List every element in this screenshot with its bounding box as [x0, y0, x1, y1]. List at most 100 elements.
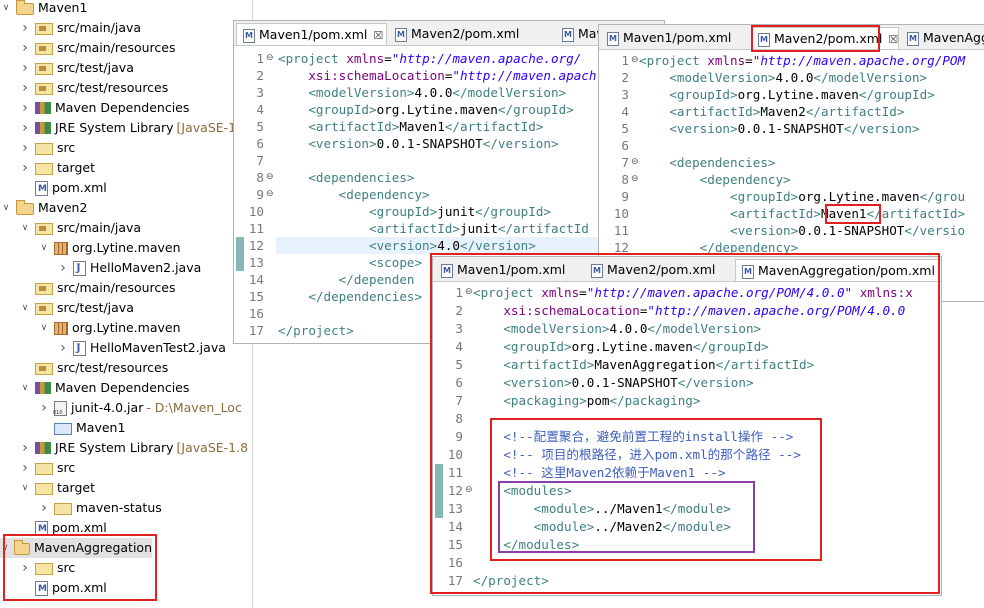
chevron-down-icon[interactable]: ∨ [38, 318, 50, 338]
code-line[interactable]: <scope> [278, 254, 422, 271]
editor-tab[interactable]: MavenAggr [901, 27, 984, 50]
chevron-right-icon[interactable]: › [57, 338, 69, 358]
chevron-down-icon[interactable]: ∨ [19, 378, 31, 398]
code-line[interactable]: <module>../Maven1</module> [473, 500, 731, 517]
tree-item[interactable]: › JRE System Library [JavaSE-1.8 [0, 118, 248, 138]
chevron-down-icon[interactable]: ∨ [0, 538, 10, 558]
editor-tab[interactable]: Maven2/pom.xml [389, 23, 554, 46]
code-line[interactable]: <dependency> [278, 186, 430, 203]
code-line[interactable]: <groupId>org.Lytine.maven</groupId> [278, 101, 573, 118]
code-line[interactable]: <artifactId>Maven2</artifactId> [639, 103, 904, 120]
tree-item[interactable]: pom.xml [0, 518, 107, 539]
fold-toggle-icon[interactable]: ⊖ [266, 169, 274, 186]
chevron-right-icon[interactable]: › [19, 38, 31, 58]
close-icon[interactable]: ☒ [373, 25, 383, 47]
code-line[interactable]: <module>../Maven2</module> [473, 518, 731, 535]
editor-tab[interactable]: Maven2/pom.xml ☒ [751, 27, 899, 51]
code-line[interactable]: <project xmlns="http://maven.apache.org/… [639, 52, 965, 69]
tree-item[interactable]: ∨ Maven1 [0, 0, 87, 18]
editor-tab[interactable]: Maven1/pom.xml [601, 27, 749, 50]
fold-toggle-icon[interactable]: ⊖ [266, 186, 274, 203]
chevron-right-icon[interactable]: › [19, 438, 31, 458]
code-line[interactable]: <modelVersion>4.0.0</modelVersion> [278, 84, 566, 101]
chevron-right-icon[interactable]: › [19, 158, 31, 178]
code-line[interactable]: </dependency> [639, 239, 799, 256]
editor-tab[interactable]: Maven1/pom.xml [435, 259, 583, 282]
chevron-right-icon[interactable]: › [19, 118, 31, 138]
chevron-right-icon[interactable]: › [19, 18, 31, 38]
code-line[interactable]: </dependen [278, 271, 415, 288]
code-line[interactable]: <groupId>org.Lytine.maven</groupId> [473, 338, 768, 355]
code-line[interactable]: </project> [473, 572, 549, 589]
tree-item[interactable]: ∨ Maven Dependencies [0, 378, 190, 398]
tree-item[interactable]: ∨ org.Lytine.maven [0, 238, 181, 258]
code-line[interactable]: <version>0.0.1-SNAPSHOT</version> [639, 120, 919, 137]
editor-mavenaggregation-pom[interactable]: Maven1/pom.xml Maven2/pom.xml MavenAggrega… [432, 256, 942, 596]
chevron-right-icon[interactable]: › [19, 58, 31, 78]
code-line[interactable]: <artifactId>junit</artifactId [278, 220, 589, 237]
chevron-right-icon[interactable]: › [19, 78, 31, 98]
code-line[interactable]: <version>0.0.1-SNAPSHOT</version> [278, 135, 558, 152]
tree-item[interactable]: ∨ src/main/java [0, 218, 141, 238]
tree-item[interactable]: ∨ MavenAggregation [0, 538, 152, 558]
close-icon[interactable]: ☒ [941, 261, 942, 283]
editor-tab[interactable]: Maven1/pom.xml ☒ [236, 23, 387, 47]
chevron-right-icon[interactable]: › [19, 558, 31, 578]
tree-item[interactable]: › src/test/resources [0, 78, 168, 98]
chevron-down-icon[interactable]: ∨ [19, 298, 31, 318]
tree-item[interactable]: ∨ target [0, 478, 95, 498]
code-line[interactable]: <groupId>junit</groupId> [278, 203, 551, 220]
chevron-right-icon[interactable]: › [19, 98, 31, 118]
tree-item[interactable]: › junit-4.0.jar- D:\Maven_Loc [0, 398, 242, 423]
code-line[interactable]: <project xmlns="http://maven.apache.org/ [278, 50, 581, 67]
code-line[interactable]: <modelVersion>4.0.0</modelVersion> [473, 320, 761, 337]
editor-tab[interactable]: MavenAggregation/pom.xml ☒ [735, 259, 942, 283]
chevron-down-icon[interactable]: ∨ [0, 198, 12, 218]
tree-item[interactable]: › HelloMaven2.java [0, 258, 201, 279]
chevron-right-icon[interactable]: › [19, 458, 31, 478]
code-line[interactable]: <!--配置聚合，避免前置工程的install操作 --> [473, 428, 793, 445]
tree-item[interactable]: › JRE System Library [JavaSE-1.8 [0, 438, 248, 458]
editor-tab[interactable]: Maven2/pom.xml [585, 259, 733, 282]
chevron-right-icon[interactable]: › [57, 258, 69, 278]
tree-item[interactable]: ∨ org.Lytine.maven [0, 318, 181, 338]
chevron-down-icon[interactable]: ∨ [19, 218, 31, 238]
tree-item[interactable]: › src [0, 138, 75, 158]
code-line[interactable]: <dependency> [639, 171, 791, 188]
tree-item[interactable]: ∨ src/test/java [0, 298, 134, 318]
chevron-right-icon[interactable]: › [19, 138, 31, 158]
code-line[interactable]: <artifactId>MavenAggregation</artifactId… [473, 356, 814, 373]
chevron-down-icon[interactable]: ∨ [38, 238, 50, 258]
code-line[interactable]: </dependencies> [278, 288, 422, 305]
tree-item[interactable]: › target [0, 158, 95, 178]
tree-item[interactable]: src/main/resources [0, 278, 175, 298]
chevron-right-icon[interactable]: › [38, 398, 50, 418]
fold-toggle-icon[interactable]: ⊖ [465, 482, 473, 499]
close-icon[interactable]: ☒ [888, 29, 898, 51]
code-line[interactable]: <modules> [473, 482, 571, 499]
chevron-right-icon[interactable]: › [38, 498, 50, 518]
tree-item[interactable]: › src/main/resources [0, 38, 175, 58]
code-line[interactable]: <artifactId>Maven1</artifactId> [278, 118, 543, 135]
fold-toggle-icon[interactable]: ⊖ [631, 171, 639, 188]
tree-item[interactable]: › src [0, 558, 75, 578]
tree-item[interactable]: ∨ Maven2 [0, 198, 87, 218]
tree-item[interactable]: pom.xml [0, 178, 107, 199]
code-line[interactable]: </modules> [473, 536, 579, 553]
code-line[interactable]: <version>0.0.1-SNAPSHOT</version> [473, 374, 753, 391]
code-line[interactable]: <version>4.0</version> [278, 237, 536, 254]
code-line[interactable]: <artifactId>Maven1</artifactId> [639, 205, 965, 222]
tree-item[interactable]: pom.xml [0, 578, 107, 599]
chevron-down-icon[interactable]: ∨ [0, 0, 12, 18]
code-line[interactable]: <modelVersion>4.0.0</modelVersion> [639, 69, 927, 86]
code-line[interactable]: </project> [278, 322, 354, 339]
tree-item[interactable]: src/test/resources [0, 358, 168, 378]
tree-item[interactable]: › Maven Dependencies [0, 98, 189, 118]
code-line[interactable]: <project xmlns="http://maven.apache.org/… [473, 284, 913, 301]
tree-item[interactable]: Maven1 [0, 418, 125, 438]
fold-toggle-icon[interactable]: ⊖ [631, 52, 639, 69]
code-line[interactable]: <groupId>org.Lytine.maven</grou [639, 188, 965, 205]
tree-item[interactable]: › src/main/java [0, 18, 141, 38]
tree-item[interactable]: › src/test/java [0, 58, 134, 78]
code-line[interactable]: <!-- 这里Maven2依赖于Maven1 --> [473, 464, 725, 481]
